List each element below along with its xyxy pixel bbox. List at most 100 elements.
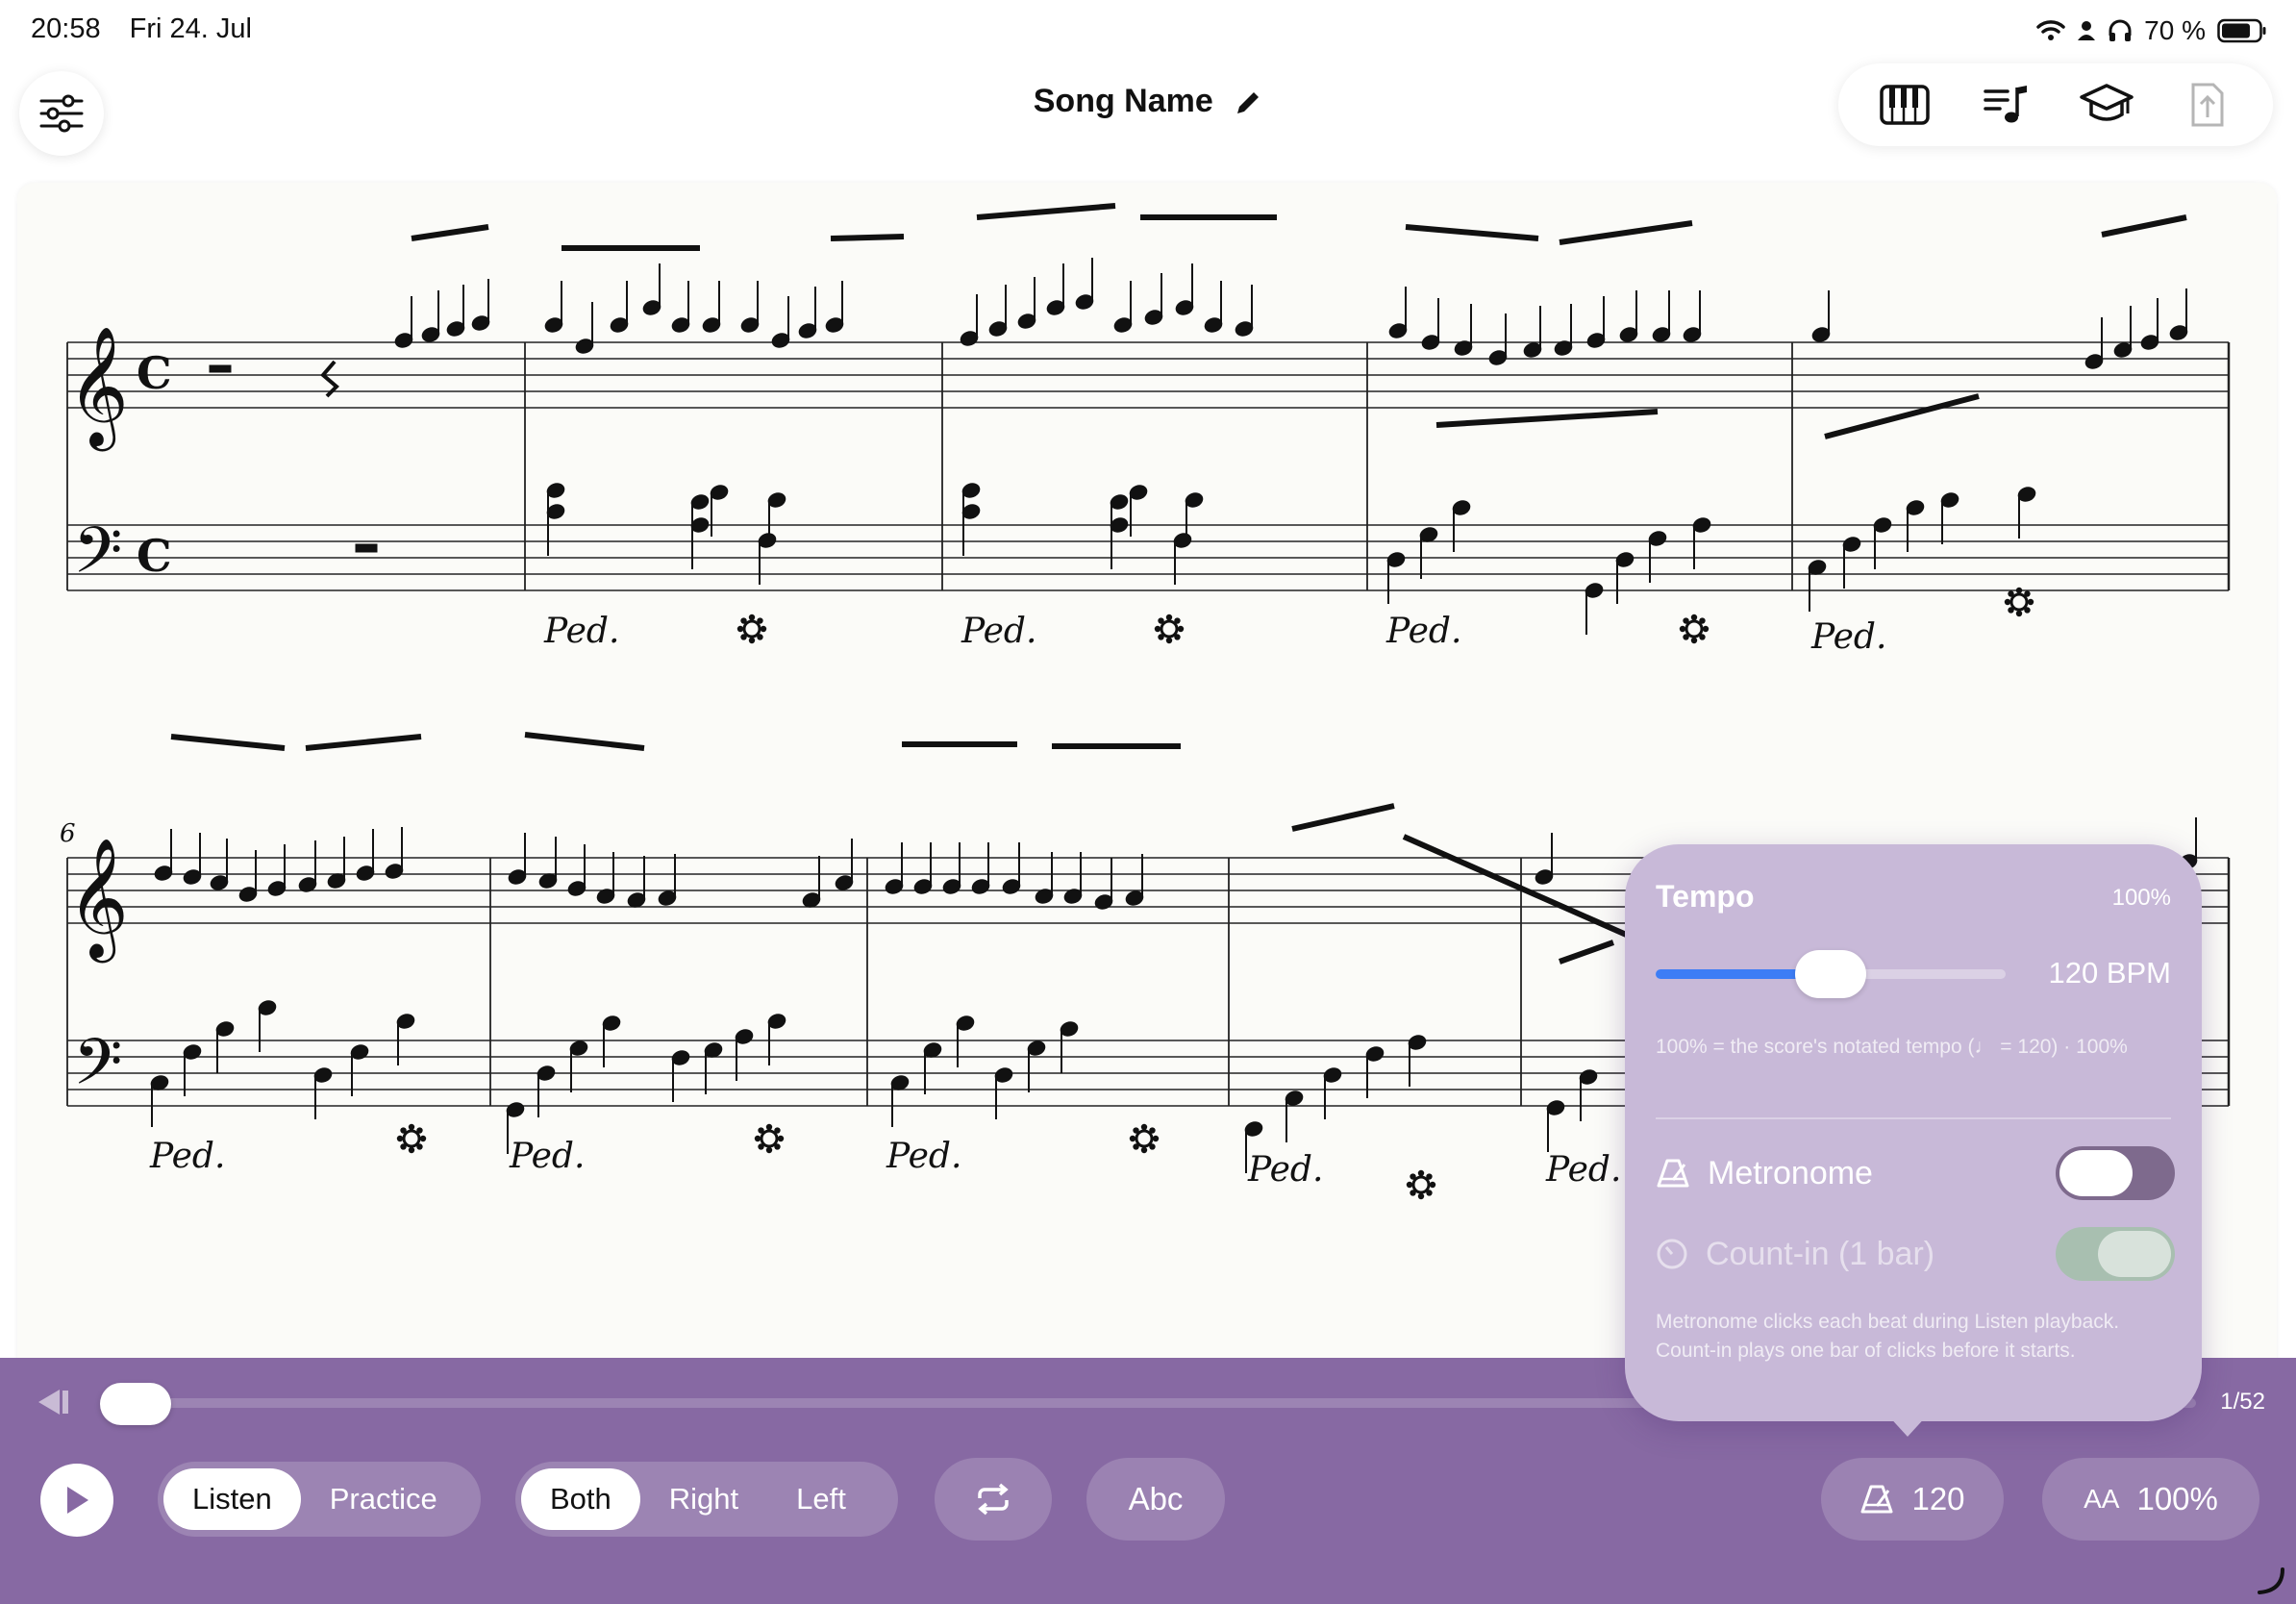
tempo-slider-thumb[interactable] xyxy=(1795,950,1866,998)
note xyxy=(835,839,854,890)
beam xyxy=(1405,224,1539,241)
note xyxy=(575,302,594,354)
pedal-mark: Ped. xyxy=(1810,617,1886,657)
progress-thumb[interactable] xyxy=(100,1383,171,1425)
export-button[interactable] xyxy=(2169,66,2246,143)
countin-label: Count-in (1 bar) xyxy=(1706,1235,1935,1272)
note xyxy=(1144,273,1163,325)
top-toolbar xyxy=(1838,63,2273,146)
pedal-mark: Ped. xyxy=(543,612,619,651)
metronome-toggle[interactable] xyxy=(2056,1146,2175,1200)
note xyxy=(183,833,202,885)
note xyxy=(183,1044,202,1096)
note xyxy=(1488,313,1508,365)
headphones-icon xyxy=(2109,19,2132,41)
pencil-icon[interactable] xyxy=(1234,88,1262,117)
note xyxy=(1419,527,1438,579)
zoom-value: 100% xyxy=(2136,1481,2218,1516)
note-list-button[interactable] xyxy=(1967,66,2044,143)
song-title[interactable]: Song Name xyxy=(1034,83,1213,119)
note xyxy=(771,296,790,348)
timer-icon xyxy=(1657,1239,1687,1269)
note xyxy=(569,1040,588,1092)
note xyxy=(1421,298,1440,350)
pedal-release-mark xyxy=(1406,1169,1436,1200)
pedal-mark: Ped. xyxy=(509,1137,585,1176)
note xyxy=(1027,1040,1046,1092)
tempo-bpm: 120 BPM xyxy=(2048,956,2171,990)
mode-listen-option[interactable]: Listen xyxy=(163,1468,301,1530)
note xyxy=(971,842,990,894)
tempo-popover: Tempo 100% 120 BPM 100% = the score's no… xyxy=(1625,844,2202,1437)
settings-button[interactable] xyxy=(19,71,104,156)
countin-toggle-knob xyxy=(2098,1231,2171,1277)
battery-icon xyxy=(2217,18,2266,43)
play-button[interactable] xyxy=(40,1464,113,1537)
note xyxy=(1323,1067,1342,1119)
pedal-release-mark xyxy=(396,1123,427,1154)
note xyxy=(690,517,710,569)
metronome-label: Metronome xyxy=(1708,1154,1873,1191)
note xyxy=(1940,492,1959,544)
beam xyxy=(1291,803,1395,832)
note xyxy=(1204,281,1223,333)
hand-segmented-control: Both Right Left xyxy=(515,1462,898,1537)
hand-both-option[interactable]: Both xyxy=(521,1468,640,1530)
hand-left-option[interactable]: Left xyxy=(767,1468,875,1530)
note xyxy=(1125,854,1144,906)
note xyxy=(446,285,465,337)
status-date: Fri 24. Jul xyxy=(129,13,252,44)
note xyxy=(1523,306,1542,358)
beam xyxy=(305,734,422,751)
clefs: 𝄞 𝄢 𝄞 𝄢 C C xyxy=(67,326,172,1115)
graduation-cap-icon xyxy=(2079,84,2134,121)
page-count: 1/52 xyxy=(2220,1389,2265,1415)
note xyxy=(994,1067,1013,1119)
treble-clef-2: 𝄞 xyxy=(67,838,129,963)
note xyxy=(913,842,933,894)
note xyxy=(1811,290,1831,342)
bass-clef-2: 𝄢 xyxy=(73,1025,122,1115)
countin-toggle[interactable] xyxy=(2056,1227,2175,1281)
zoom-button[interactable]: AA 100% xyxy=(2042,1458,2259,1541)
pedal-mark: Ped. xyxy=(1247,1150,1323,1190)
treble-clef-1: 𝄞 xyxy=(67,326,129,451)
skip-back-icon[interactable] xyxy=(33,1387,71,1417)
note xyxy=(537,1065,556,1117)
learn-button[interactable] xyxy=(2068,66,2145,143)
pedal-release-mark xyxy=(1679,614,1710,644)
note xyxy=(1615,552,1635,604)
note xyxy=(885,842,904,894)
note xyxy=(210,839,229,890)
notation-labels-button[interactable]: Abc xyxy=(1086,1458,1225,1541)
note xyxy=(704,1042,723,1094)
note xyxy=(642,263,661,315)
pedal-release-mark xyxy=(1129,1123,1160,1154)
note xyxy=(1408,1035,1427,1087)
loop-button[interactable] xyxy=(935,1458,1052,1541)
popover-divider xyxy=(1656,1117,2171,1119)
half-rest xyxy=(209,364,232,373)
note xyxy=(394,296,413,348)
note xyxy=(1619,290,1638,342)
mode-practice-option[interactable]: Practice xyxy=(301,1468,466,1530)
pedal-mark: Ped. xyxy=(149,1137,225,1176)
note xyxy=(1285,1090,1304,1142)
tempo-button[interactable]: 120 xyxy=(1821,1458,2004,1541)
note xyxy=(154,829,173,881)
note xyxy=(1063,852,1083,904)
tempo-note: 100% = the score's notated tempo (♩ = 12… xyxy=(1656,1036,2128,1058)
repeat-icon xyxy=(978,1483,1009,1516)
note xyxy=(1046,263,1065,315)
notation-label: Abc xyxy=(1128,1481,1184,1516)
note xyxy=(1388,287,1408,338)
piano-button[interactable] xyxy=(1866,66,1943,143)
note xyxy=(356,829,375,881)
status-bar: 20:58 Fri 24. Jul 70 % xyxy=(0,0,2296,60)
beam xyxy=(411,224,489,241)
note xyxy=(798,287,817,338)
hand-right-option[interactable]: Right xyxy=(640,1468,767,1530)
note xyxy=(1075,258,1094,310)
tempo-value: 120 xyxy=(1911,1481,1965,1516)
note xyxy=(1060,1021,1079,1073)
